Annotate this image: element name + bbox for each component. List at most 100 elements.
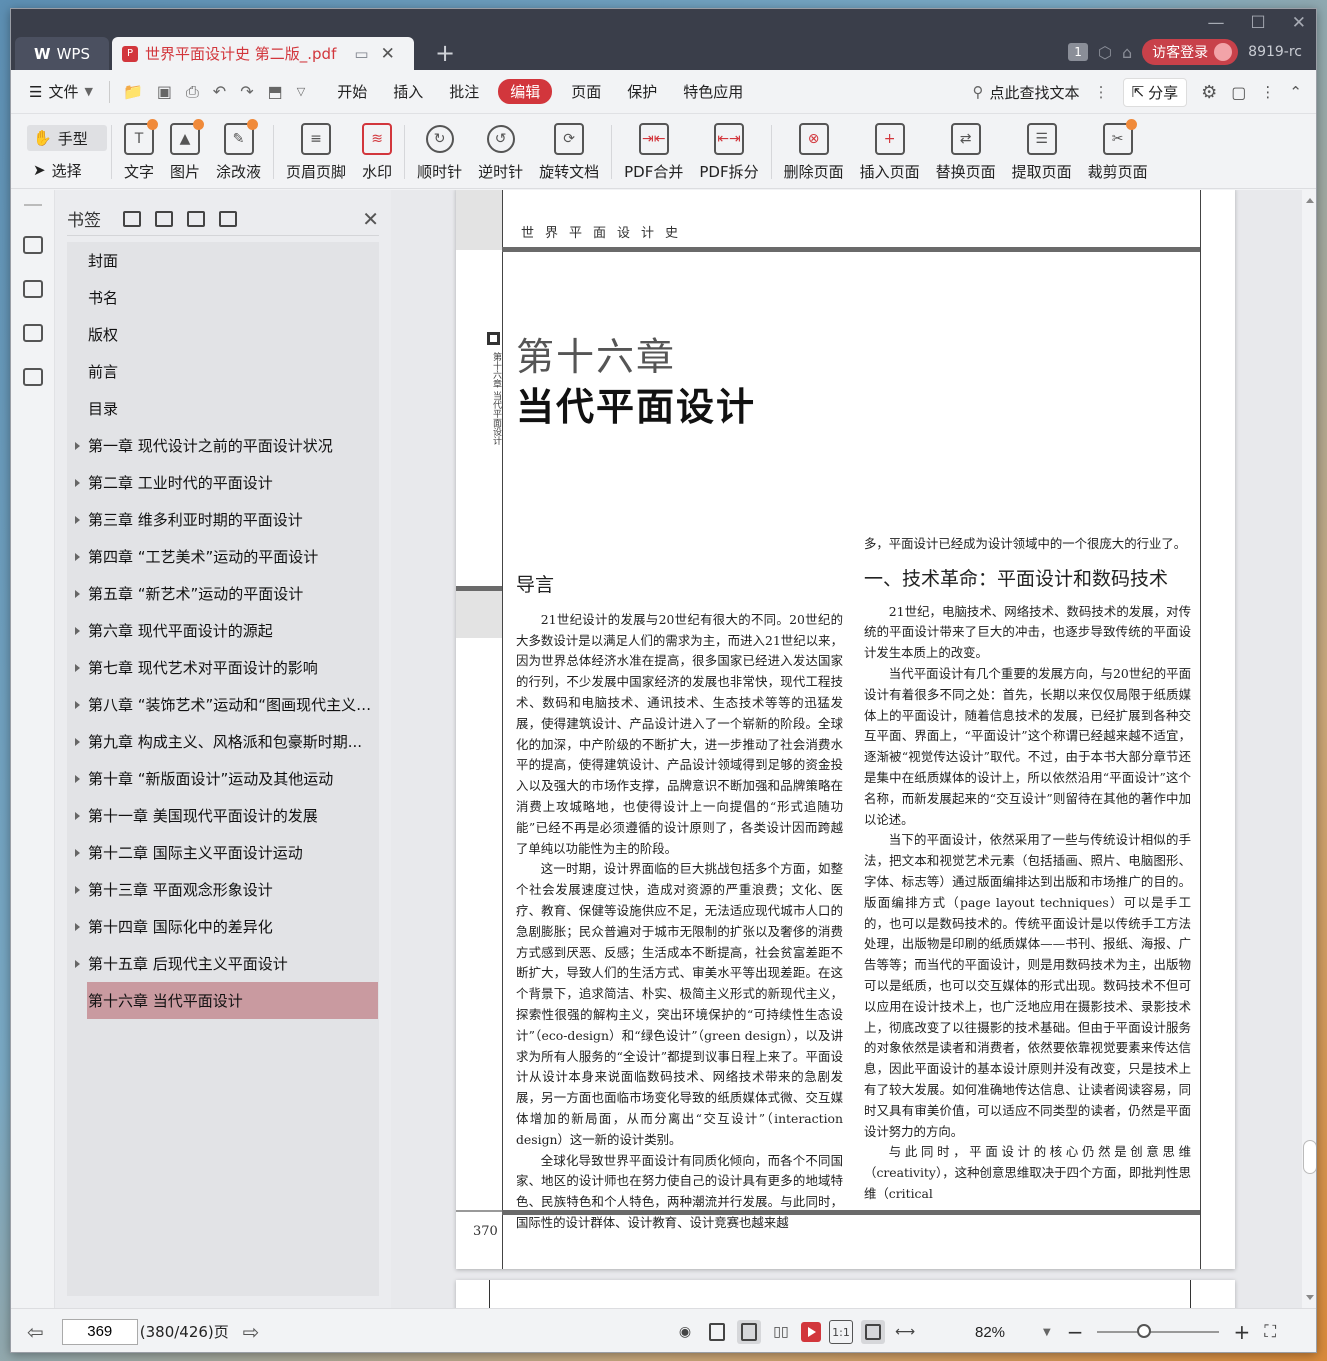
- actual-size-icon[interactable]: 1:1: [829, 1320, 853, 1344]
- window-count-badge[interactable]: 1: [1068, 43, 1089, 61]
- zoom-dropdown-icon[interactable]: ▼: [1043, 1327, 1051, 1338]
- thumbnail-icon[interactable]: [22, 280, 43, 298]
- skin-icon[interactable]: ⬡: [1098, 43, 1112, 62]
- wps-home-tab[interactable]: W WPS: [15, 37, 109, 70]
- correction-fluid-tool[interactable]: ✎ 涂改液: [208, 119, 269, 182]
- signature-icon[interactable]: [22, 368, 43, 386]
- bookmark-item[interactable]: 第八章 “装饰艺术”运动和“图画现代主义”...: [67, 686, 379, 723]
- image-tool[interactable]: ▲ 图片: [162, 119, 208, 182]
- select-tool-button[interactable]: ➤ 选择: [27, 157, 107, 183]
- zoom-out-icon[interactable]: −: [1067, 1320, 1084, 1344]
- bookmark-list-icon[interactable]: [22, 236, 43, 254]
- pdf-merge-tool[interactable]: ⇥⇤ PDF合并: [616, 123, 691, 182]
- gear-icon[interactable]: ⚙: [1201, 82, 1217, 103]
- header-footer-tool[interactable]: ≡ 页眉页脚: [278, 123, 354, 182]
- rotate-clockwise-tool[interactable]: ↻ 顺时针: [409, 123, 470, 182]
- minimize-button[interactable]: —: [1208, 13, 1225, 33]
- play-slideshow-icon[interactable]: [801, 1322, 821, 1342]
- two-page-view-icon[interactable]: ▯▯: [769, 1320, 793, 1344]
- kebab-menu-icon[interactable]: ⋮: [1260, 83, 1275, 101]
- print-icon[interactable]: ⎙: [179, 82, 206, 102]
- comment-icon[interactable]: ▢: [1231, 83, 1246, 102]
- bookmark-item[interactable]: 第九章 构成主义、风格派和包豪斯时期...: [67, 723, 379, 760]
- scroll-up-icon[interactable]: [1306, 198, 1314, 203]
- new-tab-button[interactable]: +: [435, 39, 455, 67]
- bookmark-item[interactable]: 第十三章 平面观念形象设计: [67, 871, 379, 908]
- continuous-view-icon[interactable]: [705, 1320, 729, 1344]
- collapse-ribbon-icon[interactable]: ⌃: [1289, 83, 1302, 101]
- file-menu[interactable]: ☰ 文件 ▼: [11, 81, 103, 102]
- search-text[interactable]: ⚲ 点此查找文本: [973, 82, 1080, 103]
- bookmark-item[interactable]: 第十章 “新版面设计”运动及其他运动: [67, 760, 379, 797]
- close-panel-icon[interactable]: ✕: [362, 207, 379, 231]
- page-number-input[interactable]: [61, 1318, 138, 1345]
- text-tool[interactable]: T 文字: [116, 119, 162, 182]
- zoom-slider[interactable]: [1097, 1324, 1220, 1338]
- bookmark-item[interactable]: 第五章 “新艺术”运动的平面设计: [67, 575, 379, 612]
- login-button[interactable]: 访客登录: [1142, 39, 1239, 65]
- bookmark-item[interactable]: 第一章 现代设计之前的平面设计状况: [67, 427, 379, 464]
- document-tab[interactable]: P 世界平面设计史 第二版_.pdf ▭ ✕: [112, 37, 414, 70]
- rotate-counterclockwise-tool[interactable]: ↺ 逆时针: [470, 123, 531, 182]
- bookmark-item[interactable]: 第七章 现代艺术对平面设计的影响: [67, 649, 379, 686]
- undo-icon[interactable]: ↶: [206, 82, 233, 101]
- fullscreen-icon[interactable]: ⛶: [1264, 1322, 1276, 1342]
- tab-close-icon[interactable]: ✕: [381, 44, 395, 64]
- previous-page-icon[interactable]: ⇦: [27, 1320, 44, 1344]
- bookmark-item[interactable]: 书名: [67, 279, 379, 316]
- fit-page-icon[interactable]: [861, 1320, 885, 1344]
- bookmark-item[interactable]: 第六章 现代平面设计的源起: [67, 612, 379, 649]
- extract-page-tool[interactable]: ☰ 提取页面: [1004, 123, 1080, 182]
- scroll-down-icon[interactable]: [1306, 1295, 1314, 1300]
- bookmark-item[interactable]: 目录: [67, 390, 379, 427]
- shirt-icon[interactable]: ⌂: [1122, 43, 1132, 62]
- fit-width-icon[interactable]: ⟷: [893, 1320, 917, 1344]
- add-bookmark-icon[interactable]: [123, 210, 141, 227]
- eye-protection-icon[interactable]: ◉: [673, 1320, 697, 1344]
- vertical-scrollbar[interactable]: [1302, 190, 1316, 1308]
- tab-screen-icon[interactable]: ▭: [354, 45, 368, 63]
- insert-page-tool[interactable]: + 插入页面: [852, 123, 928, 182]
- bookmark-item[interactable]: 封面: [67, 242, 379, 279]
- save-icon[interactable]: ▣: [150, 82, 179, 101]
- bookmark-item[interactable]: 第四章 “工艺美术”运动的平面设计: [67, 538, 379, 575]
- redo-icon[interactable]: ↷: [233, 82, 260, 101]
- export-icon[interactable]: ⬒: [261, 82, 290, 101]
- bookmark-options-icon[interactable]: [219, 210, 237, 227]
- single-page-view-icon[interactable]: [737, 1320, 761, 1344]
- next-page-icon[interactable]: ⇨: [243, 1320, 260, 1344]
- document-viewport[interactable]: 世界平面设计史 第十六章 当代平面设计 第十六章 当代平面设计 导言 21世纪设…: [391, 190, 1316, 1308]
- rotate-document-tool[interactable]: ⟳ 旋转文档: [531, 123, 607, 182]
- delete-page-tool[interactable]: ⊗ 删除页面: [776, 123, 852, 182]
- bookmark-item[interactable]: 第十五章 后现代主义平面设计: [67, 945, 379, 982]
- bookmark-item[interactable]: 第十六章 当代平面设计: [87, 982, 378, 1019]
- open-folder-icon[interactable]: 📁: [116, 82, 150, 101]
- more-dropdown-icon[interactable]: ▽: [290, 85, 312, 98]
- menu-page[interactable]: 页面: [558, 81, 614, 102]
- share-button[interactable]: ⇱ 分享: [1122, 77, 1188, 107]
- menu-annotate[interactable]: 批注: [436, 81, 492, 102]
- menu-insert[interactable]: 插入: [380, 81, 436, 102]
- close-window-button[interactable]: ✕: [1292, 13, 1306, 33]
- zoom-in-icon[interactable]: +: [1233, 1320, 1250, 1344]
- menu-start[interactable]: 开始: [324, 81, 380, 102]
- add-child-bookmark-icon[interactable]: [155, 210, 173, 227]
- hand-tool-button[interactable]: ✋ 手型: [27, 125, 107, 151]
- bookmark-item[interactable]: 第十二章 国际主义平面设计运动: [67, 834, 379, 871]
- maximize-button[interactable]: ☐: [1251, 13, 1266, 33]
- menu-protect[interactable]: 保护: [614, 81, 670, 102]
- menu-edit[interactable]: 编辑: [498, 79, 553, 104]
- bookmark-item[interactable]: 版权: [67, 316, 379, 353]
- zoom-slider-knob[interactable]: [1137, 1324, 1152, 1338]
- zoom-level[interactable]: 82%: [975, 1324, 1035, 1341]
- replace-page-tool[interactable]: ⇄ 替换页面: [928, 123, 1004, 182]
- crop-page-tool[interactable]: ✂ 裁剪页面: [1080, 119, 1156, 182]
- expand-bookmark-icon[interactable]: [187, 210, 205, 227]
- watermark-tool[interactable]: ≋ 水印: [354, 123, 400, 182]
- more-options-icon[interactable]: ⋮: [1094, 83, 1109, 101]
- bookmark-item[interactable]: 前言: [67, 353, 379, 390]
- bookmark-item[interactable]: 第十四章 国际化中的差异化: [67, 908, 379, 945]
- pdf-split-tool[interactable]: ⇤⇥ PDF拆分: [691, 123, 766, 182]
- menu-special[interactable]: 特色应用: [670, 81, 756, 102]
- bookmark-item[interactable]: 第二章 工业时代的平面设计: [67, 464, 379, 501]
